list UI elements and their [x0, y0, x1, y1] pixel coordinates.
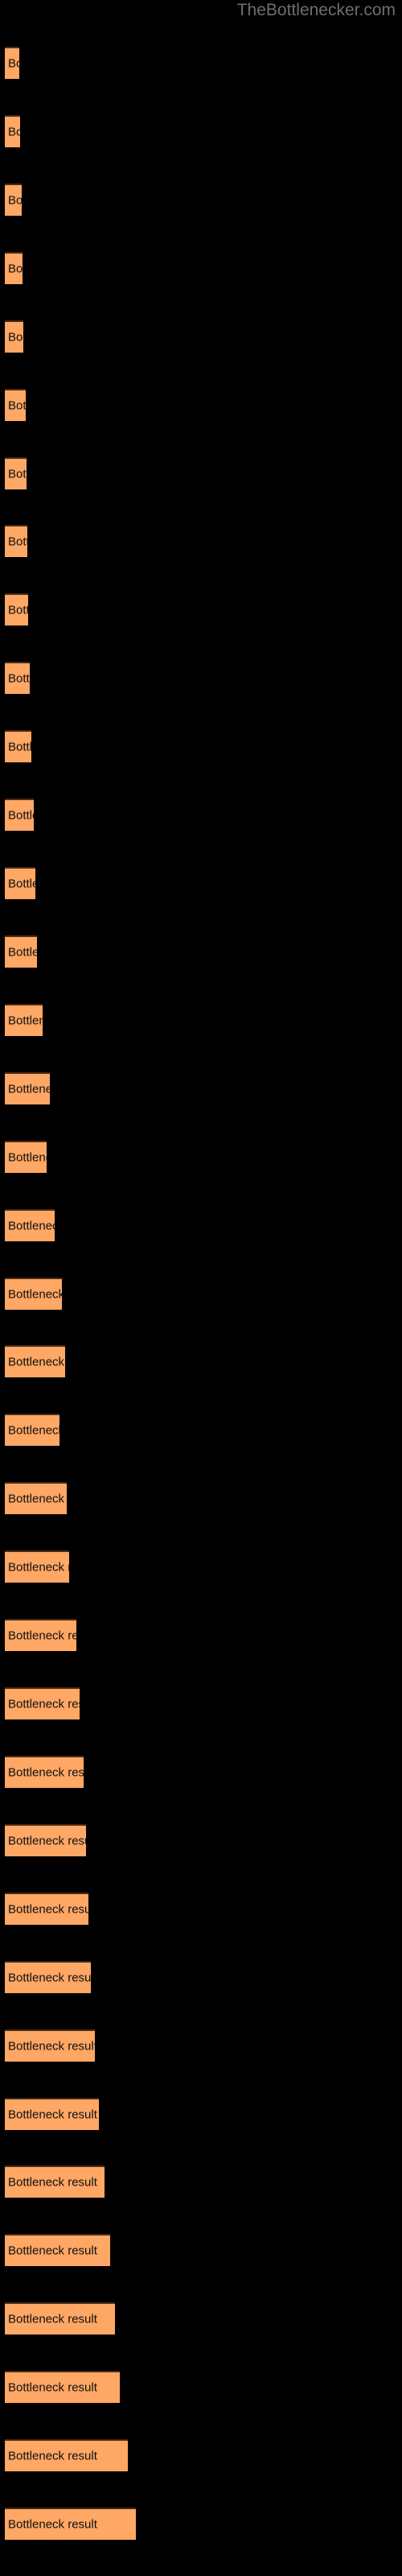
bar-label-13: Bottleneck result: [8, 877, 35, 891]
bar-31: Bottleneck result: [5, 2098, 99, 2130]
bar-12: Bottleneck result: [5, 799, 34, 831]
bar-label-29: Bottleneck result: [8, 1971, 91, 1985]
bar-label-3: Bottleneck result: [8, 193, 22, 208]
bar-19: Bottleneck result: [5, 1278, 62, 1310]
bar-label-36: Bottleneck result: [8, 2449, 97, 2463]
bar-30: Bottleneck result: [5, 2029, 95, 2062]
bar-label-28: Bottleneck result: [8, 1902, 88, 1917]
bar-label-2: Bottleneck result: [8, 125, 20, 139]
bar-label-27: Bottleneck result: [8, 1834, 86, 1848]
bar-label-26: Bottleneck result: [8, 1765, 84, 1780]
bar-15: Bottleneck result: [5, 1004, 43, 1036]
bar-11: Bottleneck result: [5, 730, 31, 762]
bar-13: Bottleneck result: [5, 867, 35, 899]
bar-label-1: Bottleneck result: [8, 56, 19, 71]
bar-label-9: Bottleneck result: [8, 603, 28, 617]
bar-20: Bottleneck result: [5, 1345, 65, 1377]
bar-label-19: Bottleneck result: [8, 1287, 62, 1302]
bar-label-6: Bottleneck result: [8, 398, 26, 413]
bar-34: Bottleneck result: [5, 2302, 115, 2334]
bar-35: Bottleneck result: [5, 2371, 120, 2403]
bar-7: Bottleneck result: [5, 457, 27, 489]
bar-label-8: Bottleneck result: [8, 535, 27, 549]
bar-label-18: Bottleneck result: [8, 1219, 55, 1233]
bar-label-17: Bottleneck result: [8, 1150, 47, 1165]
bar-22: Bottleneck result: [5, 1482, 67, 1514]
bar-label-23: Bottleneck result: [8, 1560, 69, 1575]
bar-label-10: Bottleneck result: [8, 671, 30, 686]
bottleneck-bar-chart: TheBottlenecker.com Bottleneck resultBot…: [0, 0, 402, 2576]
bar-14: Bottleneck result: [5, 935, 37, 968]
bar-5: Bottleneck result: [5, 320, 23, 353]
bar-label-5: Bottleneck result: [8, 330, 23, 345]
bar-label-12: Bottleneck result: [8, 808, 34, 823]
bar-label-33: Bottleneck result: [8, 2244, 97, 2258]
bar-23: Bottleneck result: [5, 1550, 69, 1583]
bar-37: Bottleneck result: [5, 2508, 136, 2540]
bar-label-31: Bottleneck result: [8, 2107, 97, 2122]
bar-label-4: Bottleneck result: [8, 262, 23, 276]
bar-8: Bottleneck result: [5, 525, 27, 557]
bar-28: Bottleneck result: [5, 1893, 88, 1925]
bar-18: Bottleneck result: [5, 1209, 55, 1241]
bar-label-20: Bottleneck result: [8, 1355, 65, 1369]
bar-1: Bottleneck result: [5, 47, 19, 79]
bar-label-11: Bottleneck result: [8, 740, 31, 754]
bar-24: Bottleneck result: [5, 1619, 76, 1651]
bar-25: Bottleneck result: [5, 1687, 80, 1719]
bar-label-24: Bottleneck result: [8, 1629, 76, 1643]
bar-16: Bottleneck result: [5, 1072, 50, 1104]
bar-label-21: Bottleneck result: [8, 1423, 59, 1438]
bar-label-7: Bottleneck result: [8, 467, 27, 481]
bar-36: Bottleneck result: [5, 2439, 128, 2471]
bar-10: Bottleneck result: [5, 662, 30, 694]
bar-21: Bottleneck result: [5, 1414, 59, 1446]
bar-26: Bottleneck result: [5, 1756, 84, 1788]
bar-2: Bottleneck result: [5, 115, 20, 147]
bar-6: Bottleneck result: [5, 389, 26, 421]
bar-label-14: Bottleneck result: [8, 945, 37, 960]
bar-32: Bottleneck result: [5, 2165, 105, 2198]
bar-label-32: Bottleneck result: [8, 2175, 97, 2190]
bar-label-22: Bottleneck result: [8, 1492, 67, 1506]
bar-27: Bottleneck result: [5, 1824, 86, 1856]
bar-9: Bottleneck result: [5, 593, 28, 625]
bar-29: Bottleneck result: [5, 1961, 91, 1993]
bar-label-25: Bottleneck result: [8, 1697, 80, 1711]
bar-4: Bottleneck result: [5, 252, 23, 284]
bar-label-16: Bottleneck result: [8, 1082, 50, 1096]
bar-17: Bottleneck result: [5, 1141, 47, 1173]
bar-3: Bottleneck result: [5, 184, 22, 216]
bar-label-35: Bottleneck result: [8, 2380, 97, 2395]
bar-33: Bottleneck result: [5, 2234, 110, 2266]
bar-label-37: Bottleneck result: [8, 2517, 97, 2532]
bar-label-30: Bottleneck result: [8, 2039, 95, 2054]
bar-label-15: Bottleneck result: [8, 1013, 43, 1028]
bar-label-34: Bottleneck result: [8, 2312, 97, 2326]
bar-series-layer: Bottleneck result Bottleneck result Bottle…: [0, 0, 402, 2576]
